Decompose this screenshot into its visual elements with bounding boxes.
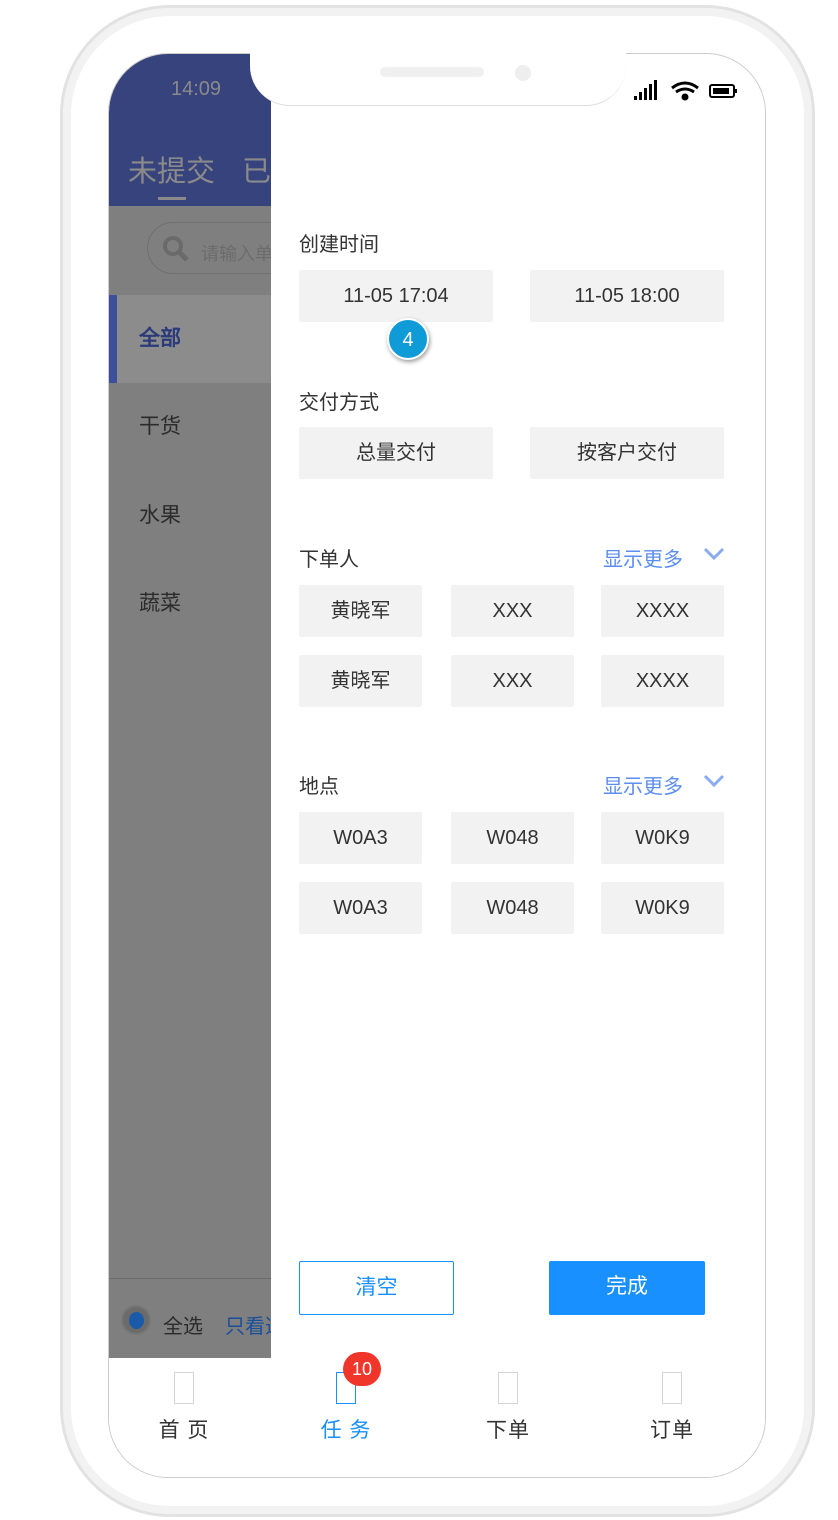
delivery-total[interactable]: 总量交付	[299, 427, 493, 479]
home-icon	[174, 1372, 194, 1404]
nav-place-order[interactable]: 下单	[443, 1358, 573, 1444]
location-option[interactable]: W0A3	[299, 812, 422, 864]
orderer-option[interactable]: XXXX	[601, 585, 724, 637]
orderer-option[interactable]: XXXX	[601, 655, 724, 707]
select-all-radio[interactable]	[121, 1305, 151, 1335]
category-all[interactable]: 全部	[109, 295, 271, 383]
start-time-field[interactable]: 11-05 17:04	[299, 270, 493, 322]
orderer-option[interactable]: XXX	[451, 585, 574, 637]
nav-label: 首 页	[158, 1419, 210, 1442]
task-count-badge: 10	[343, 1352, 381, 1386]
orders-icon	[662, 1372, 682, 1404]
nav-home[interactable]: 首 页	[119, 1358, 249, 1444]
location-option[interactable]: W048	[451, 812, 574, 864]
camera	[515, 65, 531, 81]
orderer-option[interactable]: 黄晓军	[299, 585, 422, 637]
phone-screen: 14:09 未提交 已提交 请输入单号 全部 干货 水果 蔬菜 全选 只看选中 …	[108, 53, 766, 1478]
signal-icon	[634, 80, 657, 100]
clear-button[interactable]: 清空	[299, 1261, 454, 1315]
orderer-label: 下单人	[299, 549, 359, 571]
nav-label: 下单	[486, 1419, 530, 1442]
orderer-show-more[interactable]: 显示更多	[603, 543, 683, 572]
battery-icon	[709, 84, 737, 98]
delivery-label: 交付方式	[299, 392, 379, 414]
search-placeholder: 请输入单号	[201, 244, 271, 264]
category-vegetables[interactable]: 蔬菜	[109, 560, 271, 648]
done-button[interactable]: 完成	[549, 1261, 705, 1315]
speaker	[380, 67, 484, 77]
location-option[interactable]: W0K9	[601, 812, 724, 864]
wifi-icon	[671, 81, 699, 101]
filter-drawer: 创建时间 11-05 17:04 11-05 18:00 交付方式 总量交付 按…	[271, 106, 765, 1358]
nav-label: 订单	[650, 1419, 694, 1442]
end-time-field[interactable]: 11-05 18:00	[530, 270, 724, 322]
location-label: 地点	[299, 776, 339, 798]
nav-label: 任 务	[320, 1419, 372, 1442]
location-option[interactable]: W0A3	[299, 882, 422, 934]
chevron-down-icon[interactable]	[703, 546, 725, 562]
location-show-more[interactable]: 显示更多	[603, 770, 683, 799]
status-icons	[634, 80, 737, 101]
orderer-option[interactable]: XXX	[451, 655, 574, 707]
status-time: 14:09	[171, 78, 222, 100]
category-fruit[interactable]: 水果	[109, 472, 271, 560]
order-icon	[498, 1372, 518, 1404]
only-selected-link[interactable]: 只看选中	[225, 1310, 271, 1339]
phone-notch	[250, 50, 626, 106]
location-option[interactable]: W0K9	[601, 882, 724, 934]
created-time-label: 创建时间	[299, 234, 379, 256]
tab-unsubmitted[interactable]: 未提交	[128, 148, 215, 190]
tab-submitted[interactable]: 已提交	[242, 148, 271, 190]
delivery-by-customer[interactable]: 按客户交付	[530, 427, 724, 479]
orderer-option[interactable]: 黄晓军	[299, 655, 422, 707]
tab-indicator	[158, 197, 186, 200]
bottom-tab-bar: 首 页 任 务 10 下单 订单	[109, 1352, 765, 1477]
step-marker: 4	[387, 318, 429, 360]
location-option[interactable]: W048	[451, 882, 574, 934]
select-all-label[interactable]: 全选	[163, 1310, 203, 1339]
chevron-down-icon[interactable]	[703, 773, 725, 789]
nav-orders[interactable]: 订单	[607, 1358, 737, 1444]
search-icon	[163, 236, 189, 262]
category-dry-goods[interactable]: 干货	[109, 383, 271, 471]
